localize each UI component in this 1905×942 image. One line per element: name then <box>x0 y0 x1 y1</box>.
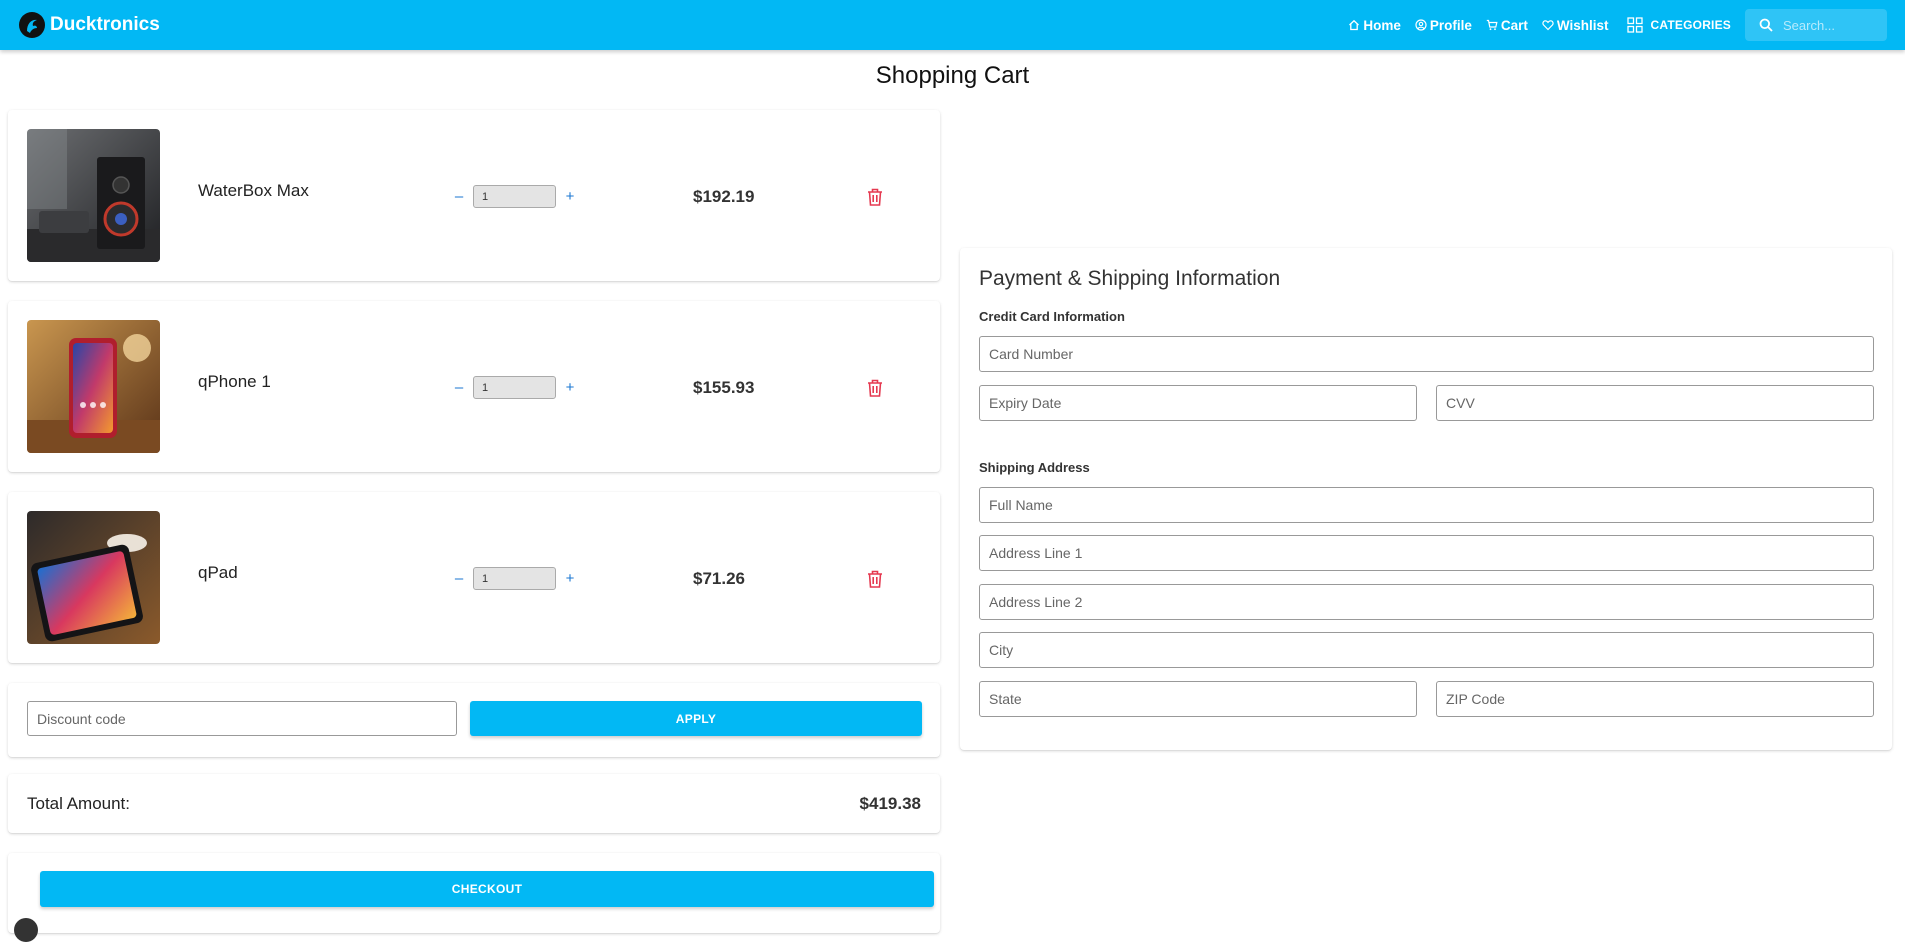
page-title: Shopping Cart <box>875 62 1030 89</box>
item-price: $155.93 <box>693 378 755 397</box>
checkout-button[interactable]: CHECKOUT <box>40 871 934 907</box>
nav-home-label: Home <box>1363 17 1401 33</box>
search-input[interactable] <box>1783 17 1873 33</box>
total-label: Total Amount: <box>27 794 131 813</box>
categories-label: CATEGORIES <box>1650 18 1731 32</box>
nav-cart[interactable]: Cart <box>1486 18 1528 33</box>
zip-code-field[interactable] <box>1436 681 1874 717</box>
checkout-section: CHECKOUT <box>8 853 940 933</box>
trash-icon[interactable] <box>866 569 884 589</box>
cart-item: qPhone 1 – + $155.93 <box>8 301 940 472</box>
trash-icon[interactable] <box>866 187 884 207</box>
payment-title: Payment & Shipping Information <box>979 267 1281 290</box>
cart-icon <box>1486 19 1498 31</box>
increase-quantity-button[interactable]: + <box>562 188 578 205</box>
quantity-input[interactable] <box>473 376 556 399</box>
search-icon <box>1759 18 1773 32</box>
address-line-2-field[interactable] <box>979 584 1874 620</box>
duck-logo-icon <box>19 12 45 38</box>
grid-icon <box>1626 17 1643 33</box>
nav-profile-label: Profile <box>1429 17 1472 33</box>
cart-item: qPad – + $71.26 <box>8 492 940 663</box>
discount-section: APPLY <box>8 683 940 757</box>
total-section: Total Amount: $419.38 <box>8 774 940 833</box>
quantity-input[interactable] <box>473 567 556 590</box>
increase-quantity-button[interactable]: + <box>562 570 578 587</box>
quantity-stepper: – + <box>451 376 578 399</box>
decrease-quantity-button[interactable]: – <box>451 188 467 205</box>
item-name: qPhone 1 <box>198 372 271 391</box>
top-app-bar: Ducktronics Home Profile Cart Wishlist C… <box>0 0 1905 50</box>
nav-wishlist[interactable]: Wishlist <box>1542 18 1609 33</box>
increase-quantity-button[interactable]: + <box>562 379 578 396</box>
decrease-quantity-button[interactable]: – <box>451 379 467 396</box>
discount-code-input[interactable] <box>27 701 457 736</box>
credit-card-section-label: Credit Card Information <box>979 309 1125 324</box>
tablet-photo <box>27 511 160 644</box>
nav-wishlist-label: Wishlist <box>1556 17 1609 33</box>
product-image-waterbox-max[interactable] <box>27 129 160 262</box>
heart-icon <box>1542 20 1554 31</box>
product-image-qpad[interactable] <box>27 511 160 644</box>
state-field[interactable] <box>979 681 1417 717</box>
expiry-date-field[interactable] <box>979 385 1417 421</box>
apply-discount-button[interactable]: APPLY <box>470 701 922 736</box>
cvv-field[interactable] <box>1436 385 1874 421</box>
search-box[interactable] <box>1745 9 1887 41</box>
item-price: $192.19 <box>693 187 755 206</box>
cart-item: WaterBox Max – + $192.19 <box>8 110 940 281</box>
home-icon <box>1349 19 1360 31</box>
nav-cart-label: Cart <box>1500 17 1528 33</box>
nav-menu: Home Profile Cart Wishlist CATEGORIES <box>1334 0 1887 50</box>
item-name: WaterBox Max <box>198 181 309 200</box>
decrease-quantity-button[interactable]: – <box>451 570 467 587</box>
categories-button[interactable]: CATEGORIES <box>1626 17 1731 33</box>
quantity-stepper: – + <box>451 185 578 208</box>
address-line-1-field[interactable] <box>979 535 1874 571</box>
avatar[interactable] <box>14 918 38 942</box>
card-number-field[interactable] <box>979 336 1874 372</box>
quantity-input[interactable] <box>473 185 556 208</box>
speaker-photo <box>27 129 160 262</box>
shipping-section-label: Shipping Address <box>979 460 1090 475</box>
quantity-stepper: – + <box>451 567 578 590</box>
total-amount: $419.38 <box>859 794 921 813</box>
product-image-qphone-1[interactable] <box>27 320 160 453</box>
nav-profile[interactable]: Profile <box>1415 18 1472 33</box>
profile-icon <box>1415 19 1427 31</box>
payment-shipping-form: Payment & Shipping Information Credit Ca… <box>960 248 1892 750</box>
city-field[interactable] <box>979 632 1874 668</box>
trash-icon[interactable] <box>866 378 884 398</box>
brand[interactable]: Ducktronics <box>18 11 160 39</box>
full-name-field[interactable] <box>979 487 1874 523</box>
item-price: $71.26 <box>693 569 745 588</box>
item-name: qPad <box>198 563 238 582</box>
nav-home[interactable]: Home <box>1348 18 1401 33</box>
brand-name: Ducktronics <box>50 14 160 35</box>
phone-photo <box>27 320 160 453</box>
